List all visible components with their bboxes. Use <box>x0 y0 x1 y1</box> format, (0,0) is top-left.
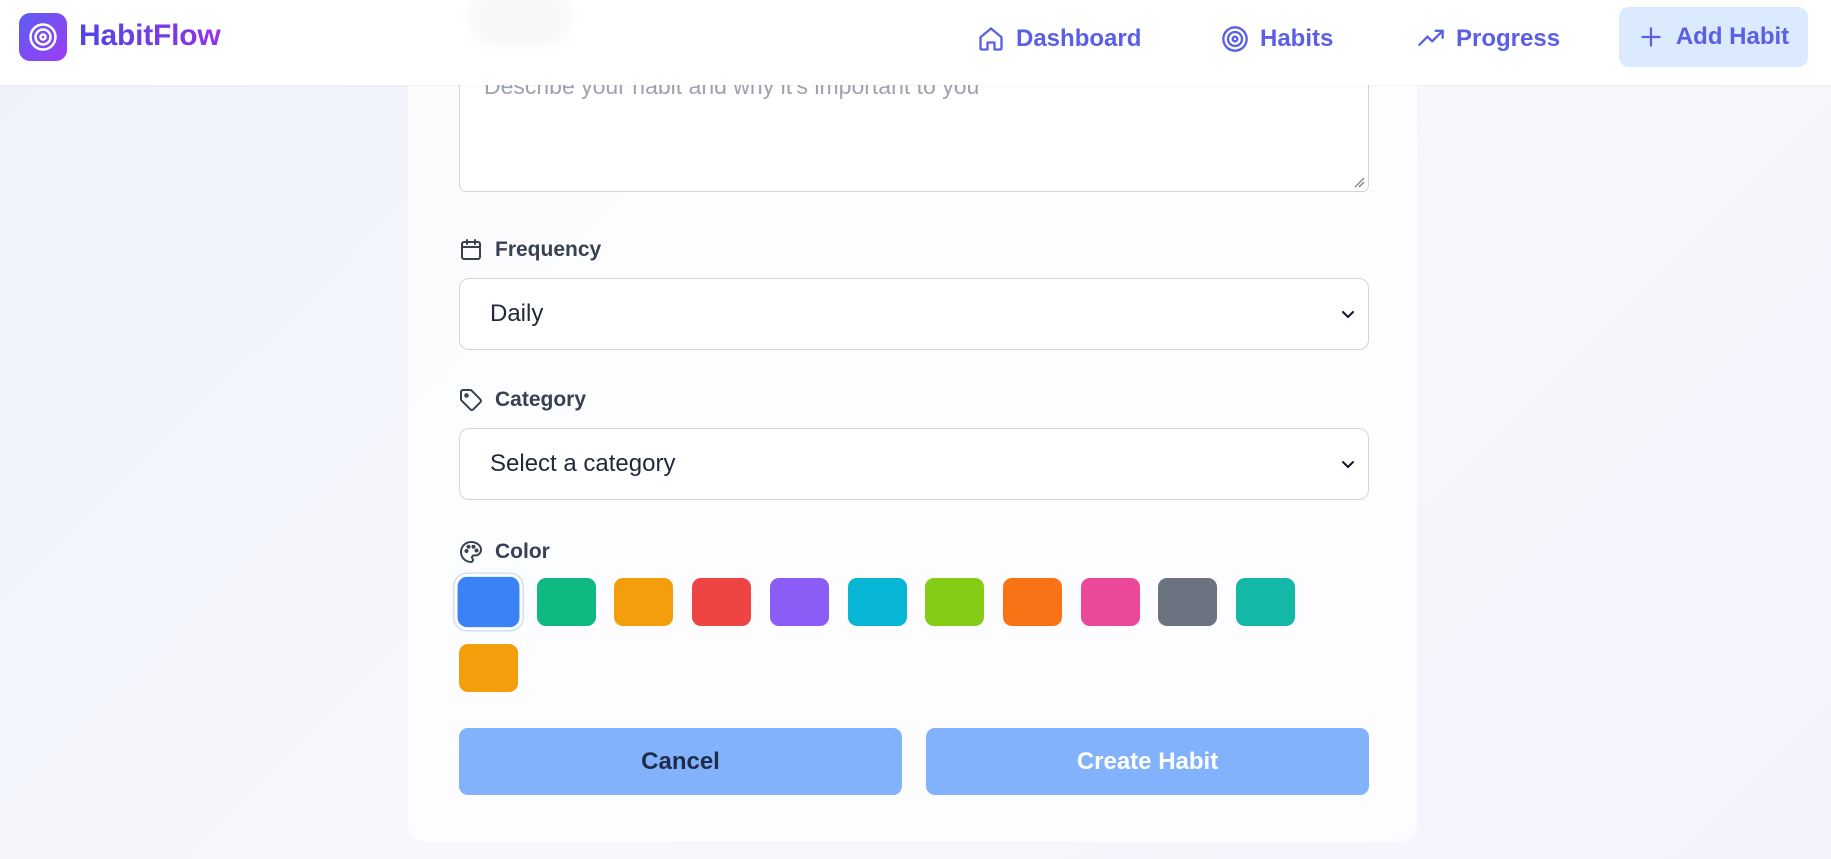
color-swatch[interactable] <box>847 578 907 626</box>
frequency-value: Daily <box>490 300 544 327</box>
chevron-down-icon <box>1342 311 1354 318</box>
chevron-down-icon <box>1342 461 1354 468</box>
category-value: Select a category <box>490 450 676 477</box>
cancel-button-label: Cancel <box>641 747 720 775</box>
palette-icon <box>460 541 483 563</box>
category-label: Category <box>495 388 587 411</box>
frequency-select[interactable]: Daily <box>459 278 1369 350</box>
resize-handle-icon[interactable] <box>1353 176 1365 188</box>
frequency-label: Frequency <box>495 238 602 261</box>
add-habit-label: Add Habit <box>1675 23 1790 50</box>
color-swatch[interactable] <box>692 578 752 626</box>
trending-up-icon <box>1418 29 1444 46</box>
nav-habits-label: Habits <box>1260 25 1334 52</box>
color-swatch[interactable] <box>1002 578 1062 626</box>
tag-icon <box>460 389 482 411</box>
color-label-row: Color <box>459 540 550 564</box>
color-swatch[interactable] <box>1080 578 1140 626</box>
plus-icon <box>1641 27 1661 47</box>
color-swatch[interactable] <box>1158 578 1218 626</box>
color-swatch[interactable] <box>1236 578 1295 626</box>
color-swatch[interactable] <box>459 644 518 692</box>
calendar-icon <box>461 239 481 260</box>
nav-habits[interactable]: Habits <box>1221 20 1333 58</box>
color-swatch[interactable] <box>454 573 523 631</box>
category-select[interactable]: Select a category <box>459 428 1369 500</box>
color-swatch[interactable] <box>536 578 596 626</box>
nav-progress[interactable]: Progress <box>1417 20 1560 58</box>
color-swatch[interactable] <box>769 578 829 626</box>
logo[interactable] <box>19 13 67 61</box>
create-habit-button-label: Create Habit <box>1076 747 1219 775</box>
header-shadow-blob <box>470 0 570 45</box>
target-icon <box>1222 26 1248 52</box>
nav-progress-label: Progress <box>1456 25 1561 52</box>
target-icon <box>29 23 57 51</box>
color-label: Color <box>495 540 550 563</box>
color-swatch[interactable] <box>925 578 985 626</box>
category-label-row: Category <box>459 388 586 412</box>
nav-dashboard[interactable]: Dashboard <box>977 20 1141 58</box>
frequency-label-row: Frequency <box>459 238 601 262</box>
home-icon <box>979 27 1003 51</box>
color-swatch[interactable] <box>614 578 674 626</box>
nav-dashboard-label: Dashboard <box>1016 25 1142 52</box>
create-habit-button[interactable]: Create Habit <box>926 728 1369 795</box>
cancel-button[interactable]: Cancel <box>459 728 902 795</box>
top-navbar: HabitFlow Dashboard Habits Progress Add … <box>0 0 1831 85</box>
app-name[interactable]: HabitFlow <box>79 19 221 53</box>
add-habit-button[interactable]: Add Habit <box>1619 7 1808 67</box>
